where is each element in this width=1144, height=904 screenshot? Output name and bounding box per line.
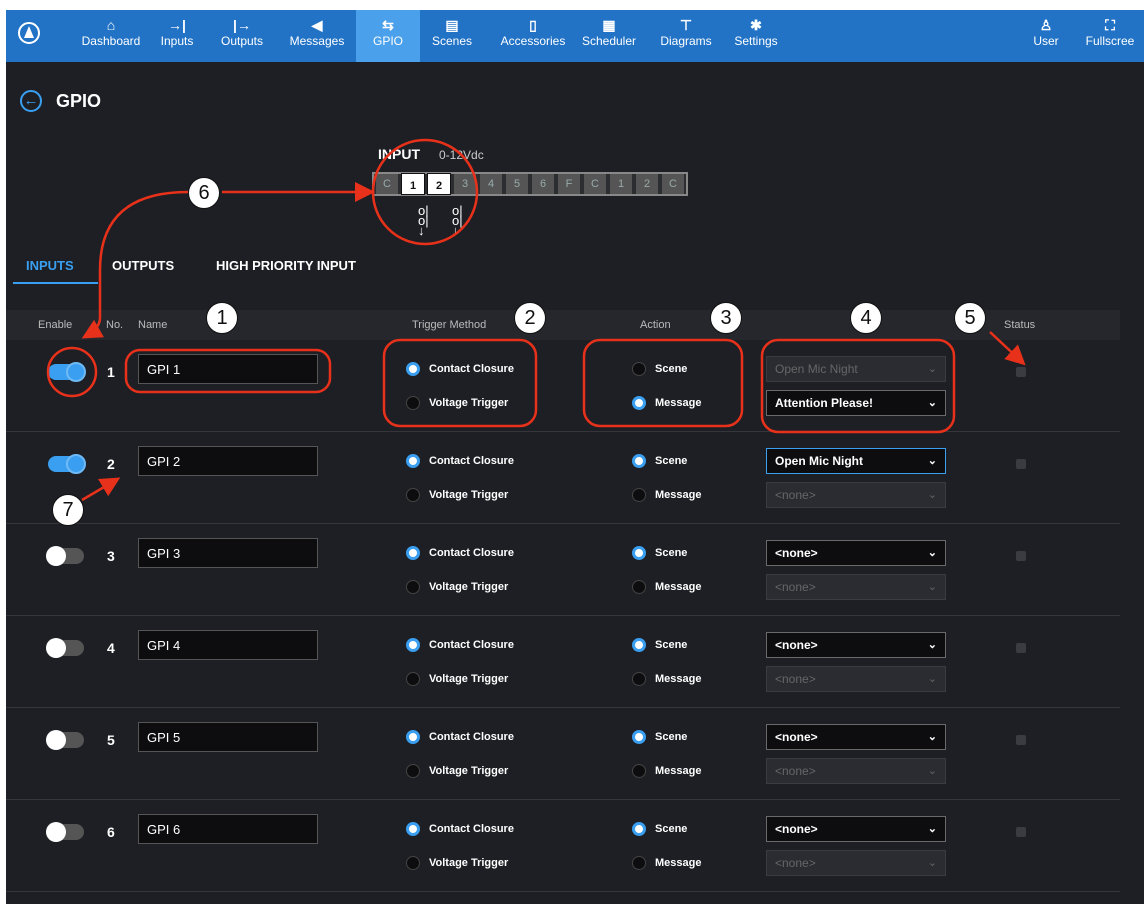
annotation-arrow-7 <box>81 477 121 502</box>
callout-2: 2 <box>514 302 546 334</box>
annotation-box-action <box>582 338 744 428</box>
callout-3: 3 <box>710 302 742 334</box>
callout-1: 1 <box>206 302 238 334</box>
callout-5: 5 <box>954 302 986 334</box>
annotation-overlay <box>46 138 1026 502</box>
annotation-box-name <box>124 348 332 394</box>
callout-7: 7 <box>52 494 84 526</box>
annotation-circle-toggle <box>46 346 98 398</box>
annotation-box-trigger <box>382 338 538 428</box>
callout-6: 6 <box>188 177 220 209</box>
annotation-arrow-5 <box>989 331 1026 366</box>
annotation-circle-connector <box>371 138 479 246</box>
annotation-arrow-6-down <box>81 190 189 339</box>
callout-4: 4 <box>850 302 882 334</box>
annotation-box-dropdowns <box>760 338 956 434</box>
